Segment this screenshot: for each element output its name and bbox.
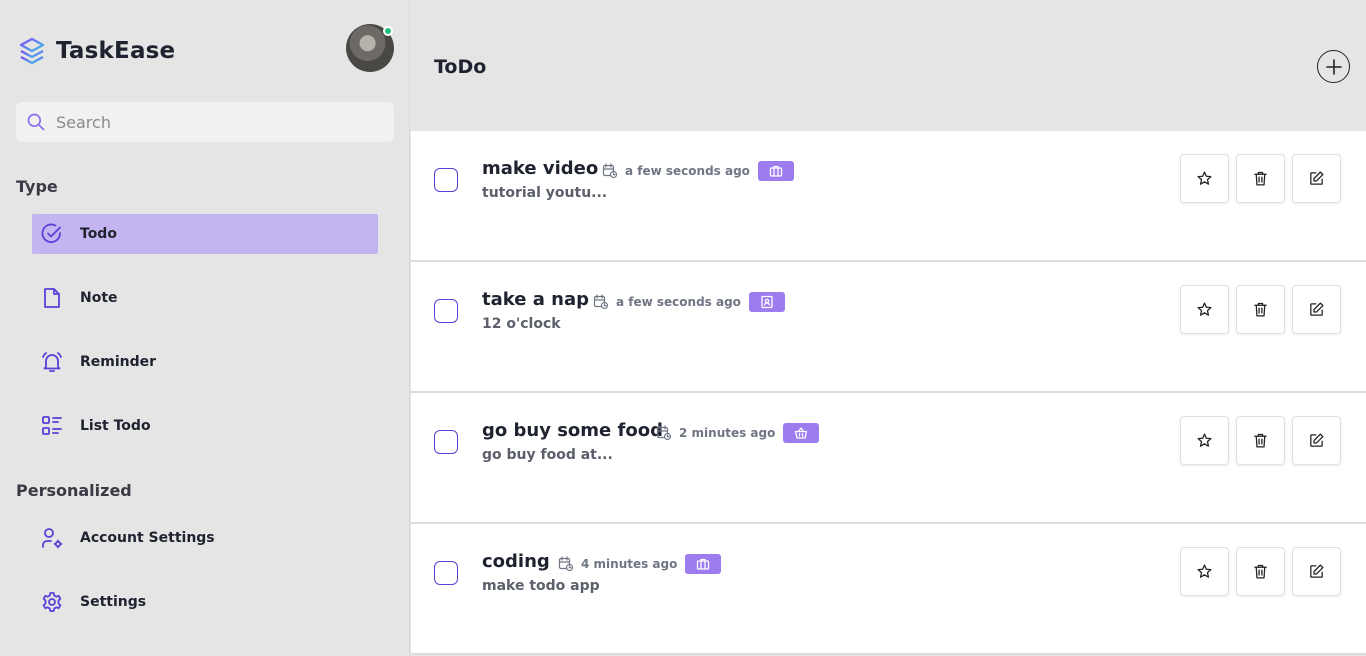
search-icon [27, 113, 45, 131]
todo-time: 4 minutes ago [581, 557, 678, 571]
todo-checkbox[interactable] [434, 430, 458, 454]
calendar-clock-icon [593, 294, 609, 310]
add-todo-button[interactable] [1317, 50, 1350, 83]
todo-title: take a nap [482, 289, 589, 310]
edit-button[interactable] [1292, 547, 1341, 596]
app-name: TaskEase [56, 38, 176, 64]
todo-row[interactable]: make video a few seconds ago tutorial yo… [411, 131, 1366, 262]
calendar-clock-icon [558, 556, 574, 572]
sidebar-item-label: Note [80, 290, 118, 306]
basket-icon [795, 427, 808, 439]
todo-meta: a few seconds ago [593, 292, 785, 312]
sidebar-item-reminder[interactable]: Reminder [32, 342, 378, 382]
todo-time: a few seconds ago [616, 295, 741, 309]
favorite-button[interactable] [1180, 285, 1229, 334]
todo-actions [1180, 416, 1341, 465]
stack-logo-icon [19, 37, 45, 65]
address-book-icon [761, 295, 773, 309]
edit-button[interactable] [1292, 416, 1341, 465]
bell-ringing-icon [42, 352, 62, 372]
todo-description: 12 o'clock [482, 316, 561, 332]
edit-icon [1310, 564, 1324, 578]
category-badge [783, 423, 820, 443]
todo-title: go buy some food [482, 420, 663, 441]
check-circle-icon [41, 223, 61, 243]
favorite-button[interactable] [1180, 154, 1229, 203]
list-details-icon [42, 416, 62, 435]
star-icon [1197, 302, 1212, 316]
todo-checkbox[interactable] [434, 168, 458, 192]
briefcase-icon [769, 165, 783, 177]
star-icon [1197, 564, 1212, 578]
todo-meta: 2 minutes ago [656, 423, 820, 443]
page-title: ToDo [434, 56, 487, 78]
todo-meta: 4 minutes ago [558, 554, 722, 574]
sidebar-item-todo[interactable]: Todo [32, 214, 378, 254]
todo-row[interactable]: take a nap a few seconds ago 12 o'clock [411, 262, 1366, 393]
gear-icon [42, 592, 62, 612]
todo-title: make video [482, 158, 599, 179]
todo-time: a few seconds ago [625, 164, 750, 178]
brand[interactable]: TaskEase [18, 36, 175, 66]
sidebar-item-settings[interactable]: Settings [32, 582, 378, 622]
todo-actions [1180, 285, 1341, 334]
sidebar-item-label: Todo [80, 226, 117, 242]
todo-actions [1180, 547, 1341, 596]
plus-icon [1325, 58, 1342, 75]
star-icon [1197, 171, 1212, 185]
file-icon [44, 288, 60, 308]
trash-icon [1254, 433, 1267, 448]
delete-button[interactable] [1236, 416, 1285, 465]
todo-row[interactable]: coding 4 minutes ago make todo app [411, 524, 1366, 655]
category-badge [757, 161, 794, 181]
main-panel: ToDo make video a few seconds ago tutori… [411, 0, 1366, 656]
favorite-button[interactable] [1180, 547, 1229, 596]
todo-list: make video a few seconds ago tutorial yo… [411, 131, 1366, 655]
todo-checkbox[interactable] [434, 561, 458, 585]
category-badge [748, 292, 785, 312]
todo-description: go buy food at... [482, 447, 613, 463]
edit-icon [1310, 433, 1324, 447]
todo-meta: a few seconds ago [602, 161, 794, 181]
todo-title: coding [482, 551, 550, 572]
todo-actions [1180, 154, 1341, 203]
briefcase-icon [697, 558, 710, 570]
edit-button[interactable] [1292, 154, 1341, 203]
personalized-heading: Personalized [16, 481, 132, 500]
search-input[interactable] [56, 112, 376, 132]
sidebar: TaskEase Type Todo Note Reminder [0, 0, 410, 656]
edit-icon [1310, 171, 1324, 185]
trash-icon [1254, 302, 1267, 317]
todo-checkbox[interactable] [434, 299, 458, 323]
todo-description: make todo app [482, 578, 600, 594]
edit-button[interactable] [1292, 285, 1341, 334]
calendar-clock-icon [602, 163, 618, 179]
edit-icon [1310, 302, 1324, 316]
sidebar-item-label: Reminder [80, 354, 157, 370]
sidebar-item-label: Account Settings [80, 530, 215, 546]
delete-button[interactable] [1236, 285, 1285, 334]
sidebar-item-label: Settings [80, 594, 147, 610]
star-icon [1197, 433, 1212, 447]
sidebar-item-list-todo[interactable]: List Todo [32, 406, 378, 446]
delete-button[interactable] [1236, 547, 1285, 596]
todo-row[interactable]: go buy some food 2 minutes ago go buy fo… [411, 393, 1366, 524]
todo-time: 2 minutes ago [679, 426, 776, 440]
sidebar-item-label: List Todo [80, 418, 151, 434]
search-box [16, 102, 394, 142]
user-cog-icon [42, 528, 63, 549]
online-status-dot [383, 26, 393, 36]
favorite-button[interactable] [1180, 416, 1229, 465]
avatar[interactable] [346, 24, 394, 72]
type-heading: Type [16, 177, 58, 196]
trash-icon [1254, 171, 1267, 186]
trash-icon [1254, 564, 1267, 579]
calendar-clock-icon [656, 425, 672, 441]
delete-button[interactable] [1236, 154, 1285, 203]
todo-description: tutorial youtu... [482, 185, 608, 201]
sidebar-item-note[interactable]: Note [32, 278, 378, 318]
category-badge [685, 554, 722, 574]
sidebar-item-account-settings[interactable]: Account Settings [32, 518, 378, 558]
